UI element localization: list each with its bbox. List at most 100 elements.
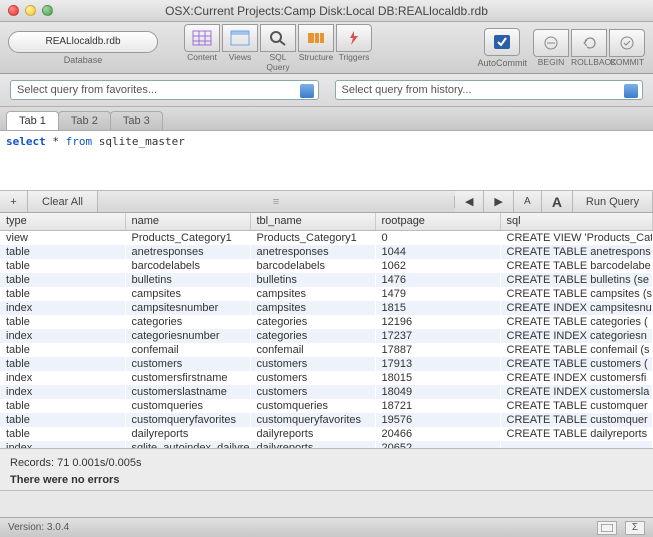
favorites-placeholder: Select query from favorites...	[17, 84, 157, 96]
table-row[interactable]: indexcustomersfirstnamecustomers18015CRE…	[0, 371, 653, 385]
table-row[interactable]: indexsqlite_autoindex_dailyrepodailyrepo…	[0, 441, 653, 450]
font-larger-button[interactable]: A	[542, 191, 573, 212]
add-query-button[interactable]: +	[0, 191, 28, 212]
cell: categories	[125, 315, 250, 329]
triggers-button[interactable]	[336, 24, 372, 52]
cell: customers	[250, 371, 375, 385]
font-smaller-button[interactable]: A	[514, 191, 542, 212]
history-placeholder: Select query from history...	[342, 84, 472, 96]
table-row[interactable]: tablebarcodelabelsbarcodelabels1062CREAT…	[0, 259, 653, 273]
favorites-select[interactable]: Select query from favorites...	[10, 80, 319, 100]
cell: CREATE VIEW 'Products_Cat	[500, 230, 653, 245]
magnifier-icon	[268, 30, 288, 46]
table-row[interactable]: tablecustomqueryfavoritescustomqueryfavo…	[0, 413, 653, 427]
table-row[interactable]: tabledailyreportsdailyreports20466CREATE…	[0, 427, 653, 441]
cell: table	[0, 413, 125, 427]
tab-3[interactable]: Tab 3	[110, 111, 163, 130]
zoom-window-button[interactable]	[42, 5, 53, 16]
sql-token: from	[66, 135, 93, 148]
cell: confemail	[125, 343, 250, 357]
cell: CREATE TABLE customquer	[500, 413, 653, 427]
views-button[interactable]	[222, 24, 258, 52]
rollback-button[interactable]	[571, 29, 607, 57]
cell: CREATE TABLE campsites (s	[500, 287, 653, 301]
keyboard-button[interactable]	[597, 521, 617, 535]
cell: index	[0, 441, 125, 450]
minimize-window-button[interactable]	[25, 5, 36, 16]
cell: table	[0, 357, 125, 371]
cell: categories	[250, 329, 375, 343]
tab-2[interactable]: Tab 2	[58, 111, 111, 130]
column-header[interactable]: rootpage	[375, 213, 500, 230]
cell	[500, 441, 653, 450]
close-window-button[interactable]	[8, 5, 19, 16]
structure-label: Structure	[298, 52, 334, 72]
commit-label: COMMIT	[609, 57, 645, 67]
cell: 0	[375, 230, 500, 245]
table-row[interactable]: tablecampsitescampsites1479CREATE TABLE …	[0, 287, 653, 301]
table-row[interactable]: tablebulletinsbulletins1476CREATE TABLE …	[0, 273, 653, 287]
cell: 18721	[375, 399, 500, 413]
column-header[interactable]: tbl_name	[250, 213, 375, 230]
nav-back-button[interactable]: ◀	[455, 191, 484, 212]
triggers-label: Triggers	[336, 52, 372, 72]
cell: barcodelabels	[250, 259, 375, 273]
cell: customqueries	[250, 399, 375, 413]
table-icon	[192, 30, 212, 46]
minus-circle-icon	[543, 36, 559, 50]
cell: index	[0, 371, 125, 385]
cell: 18015	[375, 371, 500, 385]
cell: anetresponses	[250, 245, 375, 259]
run-query-button[interactable]: Run Query	[573, 191, 653, 212]
sql-editor[interactable]: select * from sqlite_master	[0, 131, 653, 191]
cell: CREATE TABLE customquer	[500, 399, 653, 413]
commit-button[interactable]	[609, 29, 645, 57]
splitter-handle[interactable]: ≡	[98, 196, 455, 208]
table-row[interactable]: indexcategoriesnumbercategories17237CREA…	[0, 329, 653, 343]
column-header[interactable]: type	[0, 213, 125, 230]
tab-1[interactable]: Tab 1	[6, 111, 59, 130]
table-row[interactable]: tableanetresponsesanetresponses1044CREAT…	[0, 245, 653, 259]
cell: 20466	[375, 427, 500, 441]
cell: campsites	[250, 301, 375, 315]
cell: confemail	[250, 343, 375, 357]
results-table-wrap[interactable]: typenametbl_namerootpagesql viewProducts…	[0, 213, 653, 449]
database-selector[interactable]: REALlocaldb.rdb	[8, 31, 158, 53]
autocommit-button[interactable]	[484, 28, 520, 56]
cell: Products_Category1	[250, 230, 375, 245]
cell: categoriesnumber	[125, 329, 250, 343]
cell: index	[0, 385, 125, 399]
nav-forward-button[interactable]: ▶	[484, 191, 513, 212]
cell: customers	[125, 357, 250, 371]
table-row[interactable]: tablecustomqueriescustomqueries18721CREA…	[0, 399, 653, 413]
table-row[interactable]: tablecustomerscustomers17913CREATE TABLE…	[0, 357, 653, 371]
cell: 20652	[375, 441, 500, 450]
sum-button[interactable]: Σ	[625, 521, 645, 535]
sql-query-button[interactable]	[260, 24, 296, 52]
cell: campsitesnumber	[125, 301, 250, 315]
cell: 1479	[375, 287, 500, 301]
cell: dailyreports	[125, 427, 250, 441]
cell: customqueryfavorites	[250, 413, 375, 427]
content-button[interactable]	[184, 24, 220, 52]
clear-all-button[interactable]: Clear All	[28, 191, 98, 212]
begin-button[interactable]	[533, 29, 569, 57]
table-row[interactable]: viewProducts_Category1Products_Category1…	[0, 230, 653, 245]
table-row[interactable]: indexcampsitesnumbercampsites1815CREATE …	[0, 301, 653, 315]
table-row[interactable]: tablecategoriescategories12196CREATE TAB…	[0, 315, 653, 329]
table-row[interactable]: indexcustomerslastnamecustomers18049CREA…	[0, 385, 653, 399]
history-select[interactable]: Select query from history...	[335, 80, 644, 100]
cell: campsites	[125, 287, 250, 301]
table-row[interactable]: tableconfemailconfemail17887CREATE TABLE…	[0, 343, 653, 357]
cell: customqueries	[125, 399, 250, 413]
cell: CREATE TABLE anetrespons	[500, 245, 653, 259]
column-header[interactable]: sql	[500, 213, 653, 230]
check-circle-icon	[619, 36, 635, 50]
column-header[interactable]: name	[125, 213, 250, 230]
cell: CREATE TABLE dailyreports	[500, 427, 653, 441]
cell: 18049	[375, 385, 500, 399]
cell: table	[0, 287, 125, 301]
cell: customersfirstname	[125, 371, 250, 385]
cell: Products_Category1	[125, 230, 250, 245]
structure-button[interactable]	[298, 24, 334, 52]
